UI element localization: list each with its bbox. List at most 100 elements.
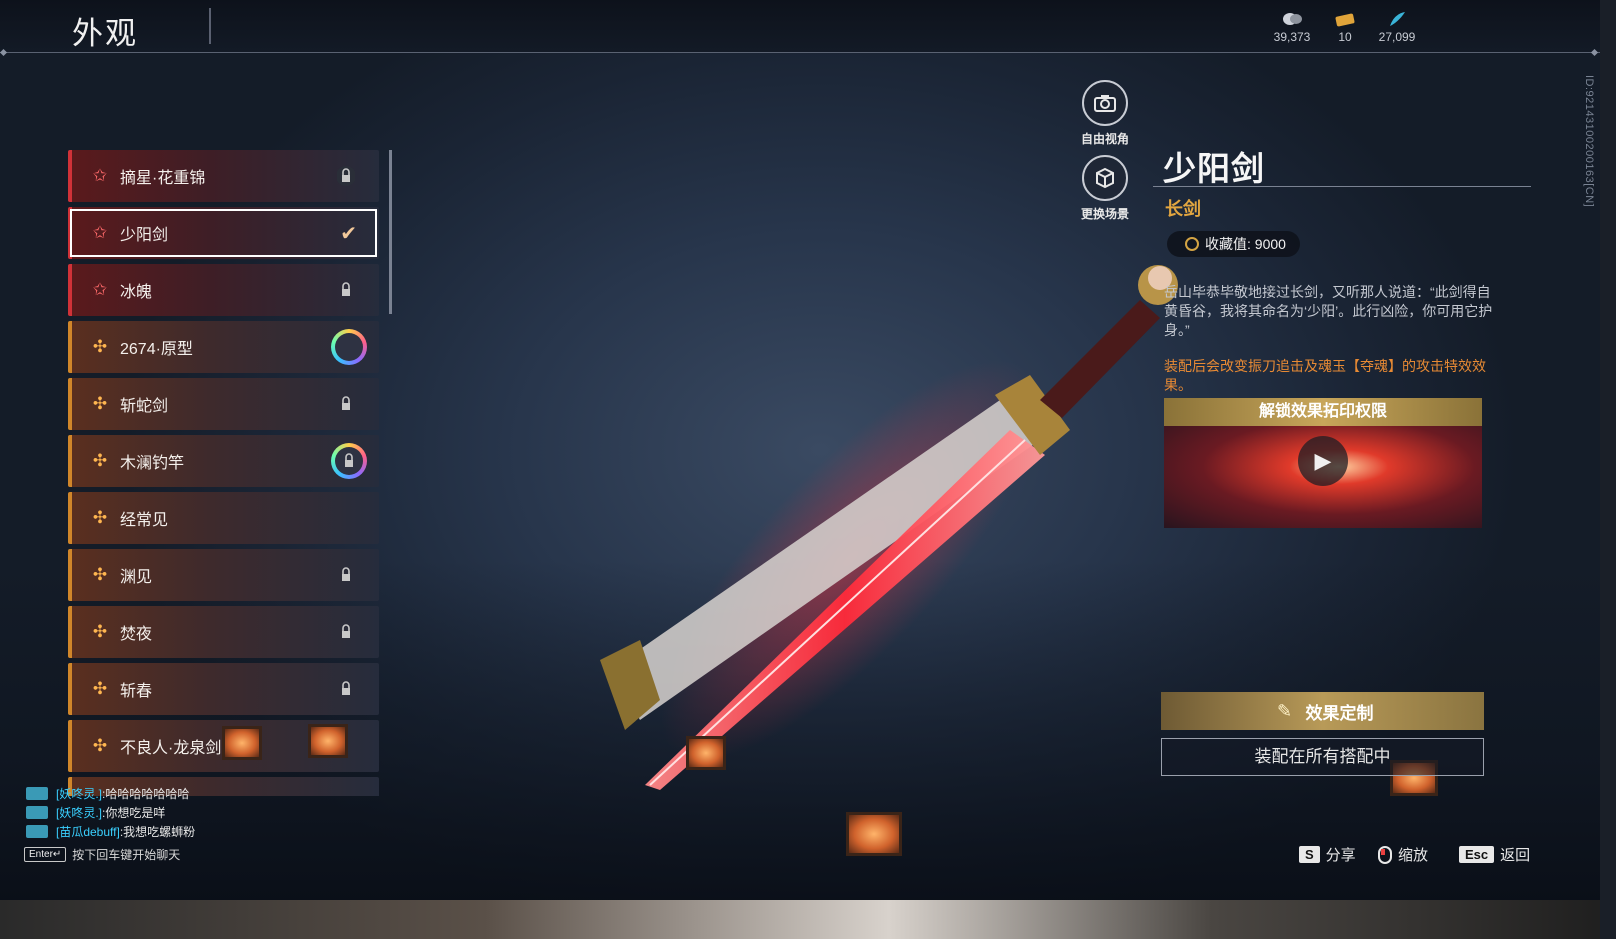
play-icon[interactable]: ▶ [1298,436,1348,486]
list-item[interactable]: ✣ 焚夜 [68,606,379,658]
window-edge [1600,0,1616,939]
list-item-label: 斩春 [120,683,153,700]
list-item-label: 少阳剑 [120,227,169,244]
list-item-label: 经常见 [120,512,169,529]
coin-count: 39,373 [1273,30,1311,44]
cross-icon: ✣ [92,565,108,584]
chat-channel-icon [26,806,48,819]
cross-icon: ✣ [92,736,108,755]
list-item[interactable]: ✣ 木澜钓竿 [68,435,379,487]
star-icon: ✩ [92,223,108,242]
free-view-label: 自由视角 [1080,132,1129,146]
chat-text: :你想吃是咩 [102,806,166,820]
list-item[interactable]: ✣ 不良人·龙泉剑 [68,720,379,772]
title-underline [1153,186,1531,187]
ticket-icon [1335,13,1355,27]
item-effect: 装配后会改变振刀追击及魂玉【夺魂】的攻击特效效果。 [1164,358,1486,393]
list-item[interactable]: ✣ 斩春 [68,663,379,715]
list-item-label: 不良人·龙泉剑 [120,740,222,757]
share-key: S [1299,846,1320,863]
chat-line: [苗瓜debuff] :我想吃螺蛳粉 [26,822,195,841]
collection-icon [1185,237,1199,251]
chat-channel-icon [26,787,48,800]
cube-icon [1082,155,1128,201]
back-label: 返回 [1500,847,1531,864]
cross-icon: ✣ [92,679,108,698]
share-action[interactable]: S 分享 [1299,844,1356,865]
list-item[interactable]: ✩ 冰魄 [68,264,379,316]
check-icon: ✔ [340,223,357,245]
feather-icon [1390,12,1405,26]
list-item[interactable]: ✣ 2674·原型 [68,321,379,373]
currency-ticket: 10 [1315,10,1375,44]
lantern [308,724,348,758]
mouse-icon [1378,845,1392,864]
list-item-label: 渊见 [120,569,153,586]
lock-icon [342,681,350,695]
chat-text: :哈哈哈哈哈哈哈 [102,787,190,801]
list-item-label: 斩蛇剑 [120,398,169,415]
back-action[interactable]: Esc 返回 [1459,844,1530,865]
list-item[interactable]: ✣ 渊见 [68,549,379,601]
chat-sender[interactable]: [苗瓜debuff] [56,823,120,840]
share-label: 分享 [1325,847,1356,864]
cross-icon: ✣ [92,451,108,470]
lock-icon [342,624,350,638]
list-item-label: 摘星·花重锦 [120,170,206,187]
coin-icon [1283,13,1302,25]
lantern [686,736,726,770]
list-item[interactable]: ✩ 摘星·花重锦 [68,150,379,202]
effect-custom-label: 效果定制 [1305,703,1374,723]
appearance-list[interactable]: ✩ 摘星·花重锦 ✩ 少阳剑 ✔ ✩ 冰魄 ✣ 2674·原型 ✣ 斩蛇剑 ✣ … [68,150,382,796]
chat-sender[interactable]: [妖咚灵.] [56,785,102,802]
zoom-action[interactable]: 缩放 [1378,844,1428,865]
title-divider [209,8,211,44]
lock-icon [342,282,350,296]
list-item-label: 焚夜 [120,626,153,643]
cross-icon: ✣ [92,394,108,413]
chat-text: :我想吃螺蛳粉 [119,825,196,839]
page-title: 外观 [72,16,138,51]
rarity-ring-icon [331,329,367,365]
cross-icon: ✣ [92,337,108,356]
item-description: 岳山毕恭毕敬地接过长剑，又听那人说道：“此剑得自黄昏谷，我将其命名为‘少阳’。此… [1164,284,1493,338]
chat-line: [妖咚灵.] :你想吃是咩 [26,803,195,822]
change-scene-button[interactable]: 更换场景 [1065,155,1145,222]
chat-line: [妖咚灵.] :哈哈哈哈哈哈哈 [26,784,195,803]
chat-channel-icon [26,825,48,838]
chat-input-hint[interactable]: Enter↵ 按下回车键开始聊天 [24,846,180,863]
list-item-label: 木澜钓竿 [120,455,185,472]
effect-preview-video[interactable]: ▶ [1164,426,1482,528]
unlock-effect-panel[interactable]: 解锁效果拓印权限 ▶ [1164,398,1482,528]
top-bar: 外观 39,373 10 27,099 [0,0,1600,57]
background-strip [0,900,1616,939]
list-item[interactable]: ✣ 经常见 [68,492,379,544]
change-scene-label: 更换场景 [1080,207,1129,221]
back-key: Esc [1459,846,1495,863]
brush-icon: ✎ [1276,701,1293,721]
chat-log: [妖咚灵.] :哈哈哈哈哈哈哈 [妖咚灵.] :你想吃是咩 [苗瓜debuff]… [26,784,195,841]
lock-icon [342,567,350,581]
list-item-label: 冰魄 [120,284,153,301]
player-id: ID:92143100200163[CN] [1583,75,1595,208]
zoom-label: 缩放 [1398,847,1429,864]
feather-count: 27,099 [1378,30,1416,44]
item-name: 少阳剑 [1163,150,1265,187]
item-type: 长剑 [1165,199,1201,219]
ticket-count: 10 [1338,30,1352,44]
currency-coin: 39,373 [1262,10,1322,44]
cross-icon: ✣ [92,508,108,527]
cross-icon: ✣ [92,622,108,641]
lantern [846,812,902,856]
camera-icon [1082,80,1128,126]
chat-sender[interactable]: [妖咚灵.] [56,804,102,821]
lock-icon [337,166,355,186]
list-scrollbar[interactable] [389,150,392,314]
equip-all-button[interactable]: 装配在所有搭配中 [1161,738,1484,776]
list-item[interactable]: ✣ 斩蛇剑 [68,378,379,430]
effect-custom-button[interactable]: ✎ 效果定制 [1161,692,1484,730]
list-item[interactable]: ✩ 少阳剑 ✔ [68,207,379,259]
chat-hint-text: 按下回车键开始聊天 [72,848,181,862]
collection-value-badge: 收藏值: 9000 [1167,231,1300,257]
free-view-button[interactable]: 自由视角 [1065,80,1145,147]
